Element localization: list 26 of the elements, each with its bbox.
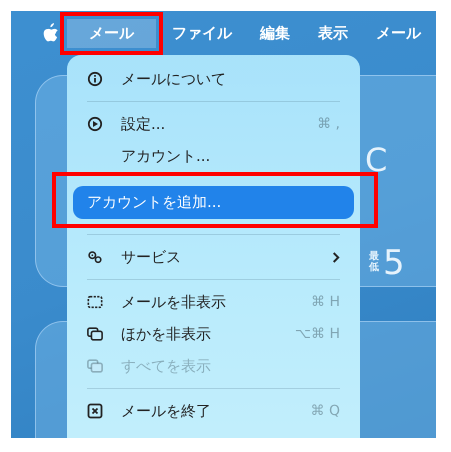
dashed-square-icon — [87, 294, 103, 310]
gears-icon — [87, 249, 103, 265]
chevron-right-icon — [331, 250, 340, 264]
menu-item[interactable]: メールを終了 ⌘ Q — [73, 395, 354, 427]
windows-icon — [87, 358, 103, 374]
widget-text: 5 — [383, 243, 405, 283]
windows-icon — [87, 326, 103, 342]
menu-bar-item[interactable]: 編集 — [248, 18, 302, 48]
menu-item[interactable]: サービス — [73, 241, 354, 273]
menu-bar-item[interactable]: ファイル — [160, 18, 244, 48]
menu-item[interactable]: アカウント... — [73, 140, 354, 172]
menu-item[interactable]: 設定... ⌘ , — [73, 108, 354, 140]
menu-item[interactable]: ほかを非表示 ⌥⌘ H — [73, 318, 354, 350]
info-icon — [87, 71, 103, 87]
menu-bar-item[interactable]: メール — [364, 18, 433, 48]
menu-item[interactable]: アカウントを追加... — [52, 172, 378, 228]
menu-item[interactable]: メールについて — [73, 63, 354, 95]
shortcut-text: ⌘ H — [311, 294, 340, 310]
menu-bar-item[interactable]: 表示 — [306, 18, 360, 48]
apple-logo-icon[interactable] — [41, 23, 59, 43]
widget-text: 最低 — [369, 251, 379, 273]
menu-item[interactable]: メールを非表示 ⌘ H — [73, 286, 354, 318]
shortcut-text: ⌥⌘ H — [294, 326, 340, 342]
shortcut-text: ⌘ , — [317, 116, 340, 132]
close-icon — [87, 403, 103, 419]
shortcut-text: ⌘ Q — [310, 403, 340, 419]
